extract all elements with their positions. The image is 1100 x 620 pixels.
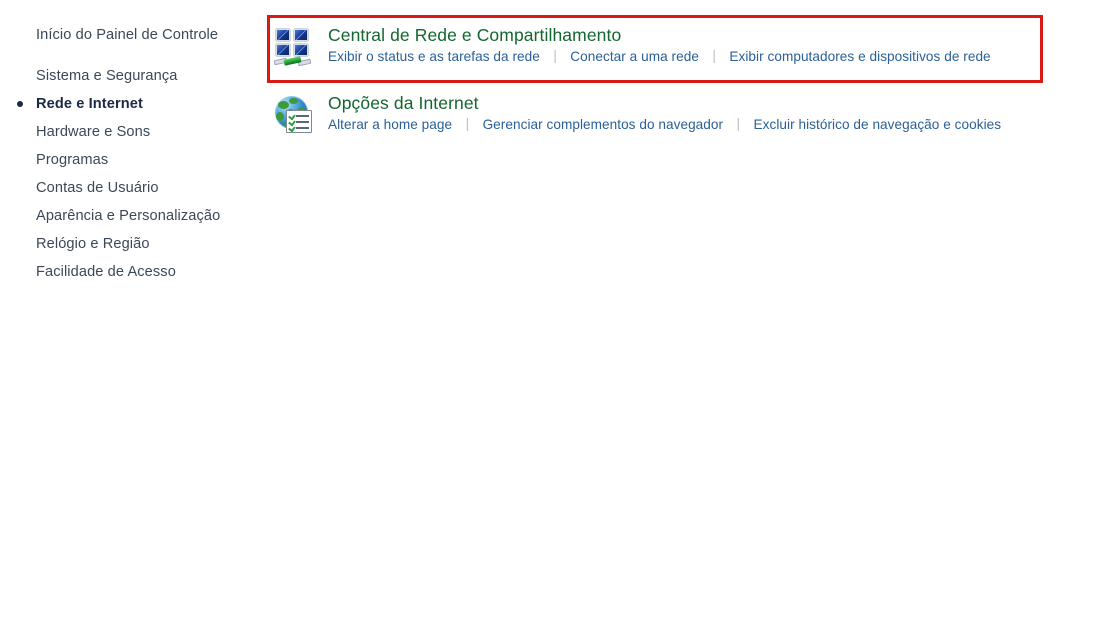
link-separator-icon: | — [465, 116, 470, 131]
link-separator-icon: | — [712, 48, 716, 63]
link-gerenciar-complementos-navegador[interactable]: Gerenciar complementos do navegador — [483, 117, 724, 132]
sidebar-item-aparencia-e-personalizacao[interactable]: Aparência e Personalização — [36, 208, 220, 224]
internet-options-globe-icon[interactable] — [274, 95, 316, 137]
sidebar-item-programas[interactable]: Programas — [36, 152, 108, 168]
sidebar-item-sistema-e-seguranca[interactable]: Sistema e Segurança — [36, 68, 177, 84]
category-text-block: Opções da Internet Alterar a home page |… — [328, 92, 1001, 135]
network-sharing-icon[interactable] — [273, 27, 316, 69]
link-exibir-computadores-dispositivos-rede[interactable]: Exibir computadores e dispositivos de re… — [729, 49, 990, 64]
sidebar-item-facilidade-de-acesso[interactable]: Facilidade de Acesso — [36, 264, 176, 280]
category-text-block: Central de Rede e Compartilhamento Exibi… — [328, 24, 991, 67]
sidebar-selected-bullet-icon — [17, 101, 23, 107]
category-title-network-and-sharing[interactable]: Central de Rede e Compartilhamento — [328, 24, 991, 46]
category-links-network: Exibir o status e as tarefas da rede | C… — [328, 47, 991, 67]
sidebar-navigation: Início do Painel de Controle Sistema e S… — [0, 0, 265, 620]
link-separator-icon: | — [553, 48, 557, 63]
category-links-internet: Alterar a home page | Gerenciar compleme… — [328, 115, 1001, 135]
category-list: Central de Rede e Compartilhamento Exibi… — [265, 0, 1100, 620]
sidebar-item-hardware-e-sons[interactable]: Hardware e Sons — [36, 124, 150, 140]
category-title-internet-options[interactable]: Opções da Internet — [328, 92, 1001, 114]
sidebar-item-contas-de-usuario[interactable]: Contas de Usuário — [36, 180, 159, 196]
sidebar-item-rede-e-internet[interactable]: Rede e Internet — [36, 96, 143, 112]
sidebar-item-control-panel-home[interactable]: Início do Painel de Controle — [36, 27, 218, 43]
link-excluir-historico-navegacao-cookies[interactable]: Excluir histórico de navegação e cookies — [754, 117, 1002, 132]
link-alterar-home-page[interactable]: Alterar a home page — [328, 117, 452, 132]
sidebar-item-relogio-e-regiao[interactable]: Relógio e Região — [36, 236, 150, 252]
link-conectar-a-uma-rede[interactable]: Conectar a uma rede — [570, 49, 699, 64]
link-exibir-status-tarefas-rede[interactable]: Exibir o status e as tarefas da rede — [328, 49, 540, 64]
link-separator-icon: | — [736, 116, 741, 131]
checklist-overlay-icon — [286, 110, 312, 133]
